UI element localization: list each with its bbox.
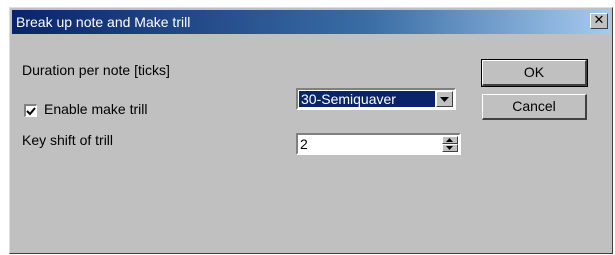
spin-up-button[interactable] (442, 136, 458, 144)
checkmark-icon (26, 107, 36, 116)
title-bar[interactable]: Break up note and Make trill ✕ (12, 10, 610, 34)
close-icon: ✕ (593, 13, 605, 28)
duration-selected-value: 30-Semiquaver (299, 91, 435, 107)
cancel-button[interactable]: Cancel (482, 94, 587, 120)
ok-button[interactable]: OK (481, 59, 588, 87)
key-shift-spinner[interactable] (442, 136, 458, 152)
duration-select[interactable]: 30-Semiquaver (296, 88, 456, 110)
enable-trill-label[interactable]: Enable make trill (44, 101, 148, 117)
spin-down-button[interactable] (442, 144, 458, 152)
close-button[interactable]: ✕ (590, 13, 608, 29)
dialog-title: Break up note and Make trill (16, 14, 191, 30)
arrow-down-icon (446, 146, 453, 150)
chevron-down-icon (440, 97, 449, 102)
key-shift-label: Key shift of trill (22, 132, 114, 148)
duration-label: Duration per note [ticks] (22, 62, 170, 78)
enable-trill-checkbox[interactable] (24, 104, 37, 117)
key-shift-input[interactable]: 2 (296, 133, 461, 155)
arrow-up-icon (446, 138, 453, 142)
break-up-note-dialog: Break up note and Make trill ✕ Duration … (9, 7, 613, 254)
dropdown-button[interactable] (436, 91, 453, 107)
key-shift-value: 2 (300, 136, 308, 152)
